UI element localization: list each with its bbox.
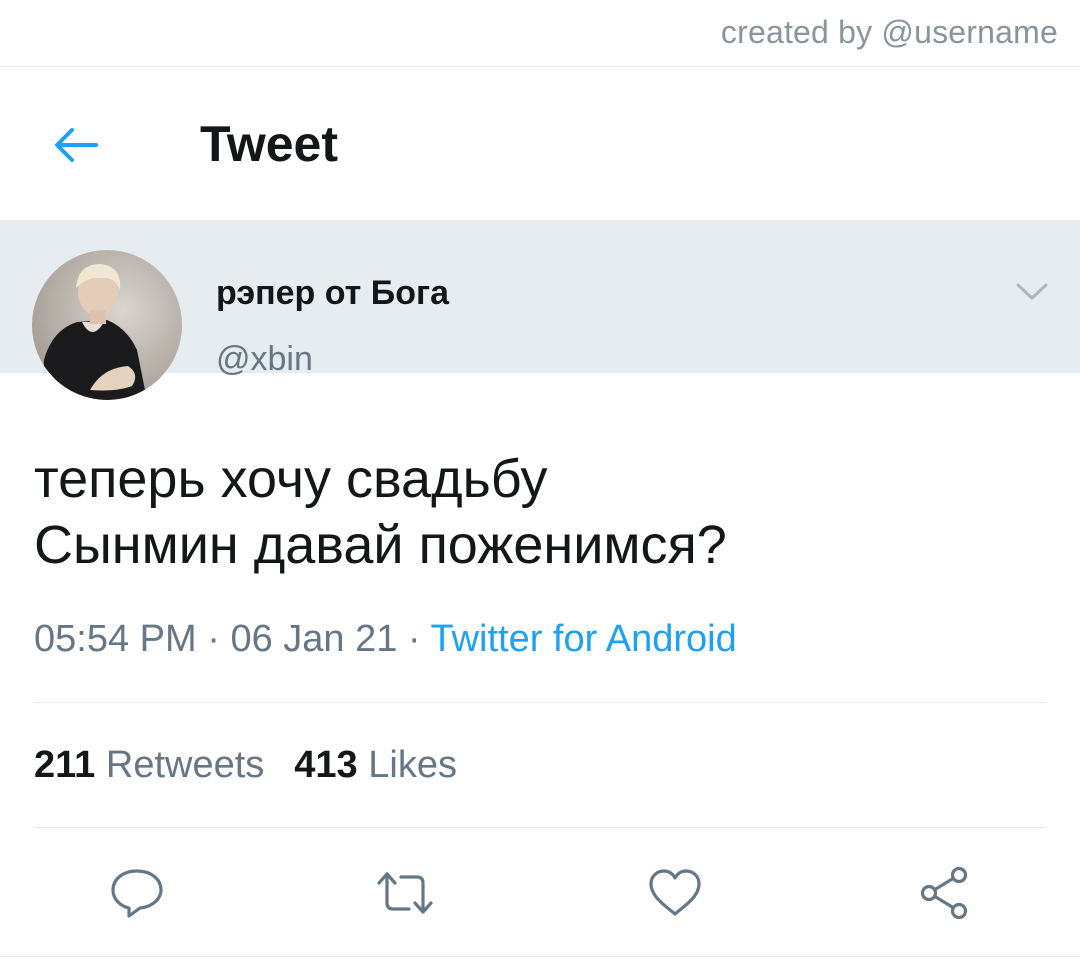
divider — [34, 827, 1046, 828]
more-options-button[interactable] — [1010, 276, 1054, 308]
tweet-time: 05:54 PM — [34, 618, 197, 660]
avatar[interactable] — [32, 250, 182, 400]
top-bar: Tweet — [0, 67, 1080, 220]
like-button[interactable] — [640, 858, 710, 928]
chevron-down-icon — [1016, 283, 1048, 300]
share-button[interactable] — [910, 858, 980, 928]
tweet-text-line: теперь хочу свадьбу — [34, 449, 548, 509]
tweet-date: 06 Jan 21 — [230, 618, 398, 660]
retweet-icon — [377, 872, 433, 914]
like-icon — [649, 869, 701, 916]
page-title: Tweet — [200, 116, 338, 172]
share-icon — [920, 866, 968, 920]
tweet-meta: 05:54 PM · 06 Jan 21 · Twitter for Andro… — [34, 618, 737, 661]
tweet-stats: 211 Retweets 413 Likes — [34, 744, 457, 787]
retweet-button[interactable] — [370, 858, 440, 928]
reply-button[interactable] — [102, 858, 172, 928]
arrow-left-icon — [55, 128, 98, 162]
likes-label: Likes — [368, 744, 457, 786]
user-handle[interactable]: @xbin — [216, 340, 313, 379]
retweets-stat[interactable]: 211 Retweets — [34, 744, 264, 786]
retweets-count: 211 — [34, 744, 96, 786]
divider — [0, 956, 1080, 957]
watermark-text: created by @username — [720, 14, 1058, 50]
avatar-photo — [32, 250, 182, 400]
tweet-screen: created by @username Tweet рэпер от Бога… — [0, 0, 1080, 976]
meta-separator: · — [196, 618, 231, 660]
divider — [34, 702, 1046, 703]
meta-separator: · — [397, 618, 431, 660]
reply-icon — [111, 869, 163, 918]
retweets-label: Retweets — [105, 744, 265, 786]
likes-count: 413 — [294, 744, 358, 786]
display-name[interactable]: рэпер от Бога — [216, 274, 449, 313]
back-button[interactable] — [46, 117, 106, 173]
tweet-text: теперь хочу свадьбу Сынмин давай поженим… — [34, 446, 727, 578]
tweet-source-link[interactable]: Twitter for Android — [430, 618, 736, 660]
likes-stat[interactable]: 413 Likes — [294, 744, 457, 786]
action-bar — [0, 858, 1080, 928]
tweet-text-line: Сынмин давай поженимся? — [34, 515, 727, 575]
